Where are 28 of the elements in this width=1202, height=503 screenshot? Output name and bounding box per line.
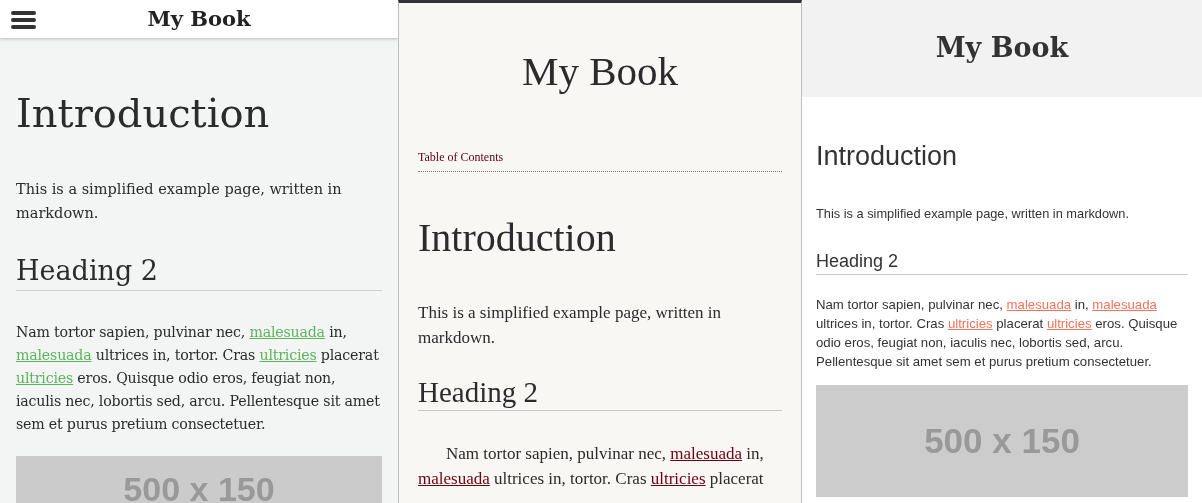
text-link[interactable]: malesuada (16, 347, 92, 363)
page-heading: Introduction (816, 140, 959, 173)
page-heading: Introduction (418, 214, 617, 262)
text-link[interactable]: ultricies (1046, 316, 1092, 331)
intro-text: This is a simplified example page, written in markdown. (418, 302, 723, 349)
text-link[interactable]: ultricies (650, 469, 706, 488)
text-link[interactable]: malesuada (1006, 297, 1072, 312)
text-link[interactable]: ultricies (259, 347, 317, 363)
text-link[interactable]: ultricies (947, 316, 993, 331)
book-title: My Book (935, 31, 1069, 66)
text-link[interactable]: malesuada (1092, 297, 1157, 312)
book-title: My Book (521, 47, 679, 95)
book-title: My Book (147, 5, 251, 34)
body-paragraph: Nam tortor sapien, pulvinar nec, malesuada in, malesuada ultrices in, tortor. Cras ultricies placerat ultricies eros. Quisque odio eros, feugiat non, iaculis nec, lobortis sed, arcu. Pellentesque sit amet sem et purus pretium consectetuer. (16, 323, 381, 434)
body-paragraph: Nam tortor sapien, pulvinar nec, malesuada in, malesuada ultrices in, tortor. Cras ultricies placerat ultricies eros. Quisque odio eros, feugiat non, iaculis nec, lobortis sed, arcu. Pellentesque sit amet sem et purus pretium consectetuer. (816, 296, 1179, 371)
page-heading: Introduction (16, 89, 271, 137)
text-link[interactable]: ultricies (16, 370, 74, 386)
text-link[interactable]: malesuada (249, 324, 325, 340)
body-paragraph: Nam tortor sapien, pulvinar nec, malesuada in, malesuada ultrices in, tortor. Cras ultricies placerat (418, 443, 765, 490)
intro-text: This is a simplified example page, written in markdown. (16, 180, 343, 223)
toc-link[interactable]: Table of Contents (418, 150, 504, 164)
menu-icon[interactable] (11, 11, 36, 29)
section-heading: Heading 2 (816, 249, 1188, 275)
intro-text: This is a simplified example page, written in markdown. (816, 205, 1130, 223)
text-link[interactable]: malesuada (670, 444, 742, 463)
section-heading: Heading 2 (418, 374, 782, 411)
section-heading: Heading 2 (16, 253, 382, 291)
text-link[interactable]: malesuada (418, 469, 490, 488)
